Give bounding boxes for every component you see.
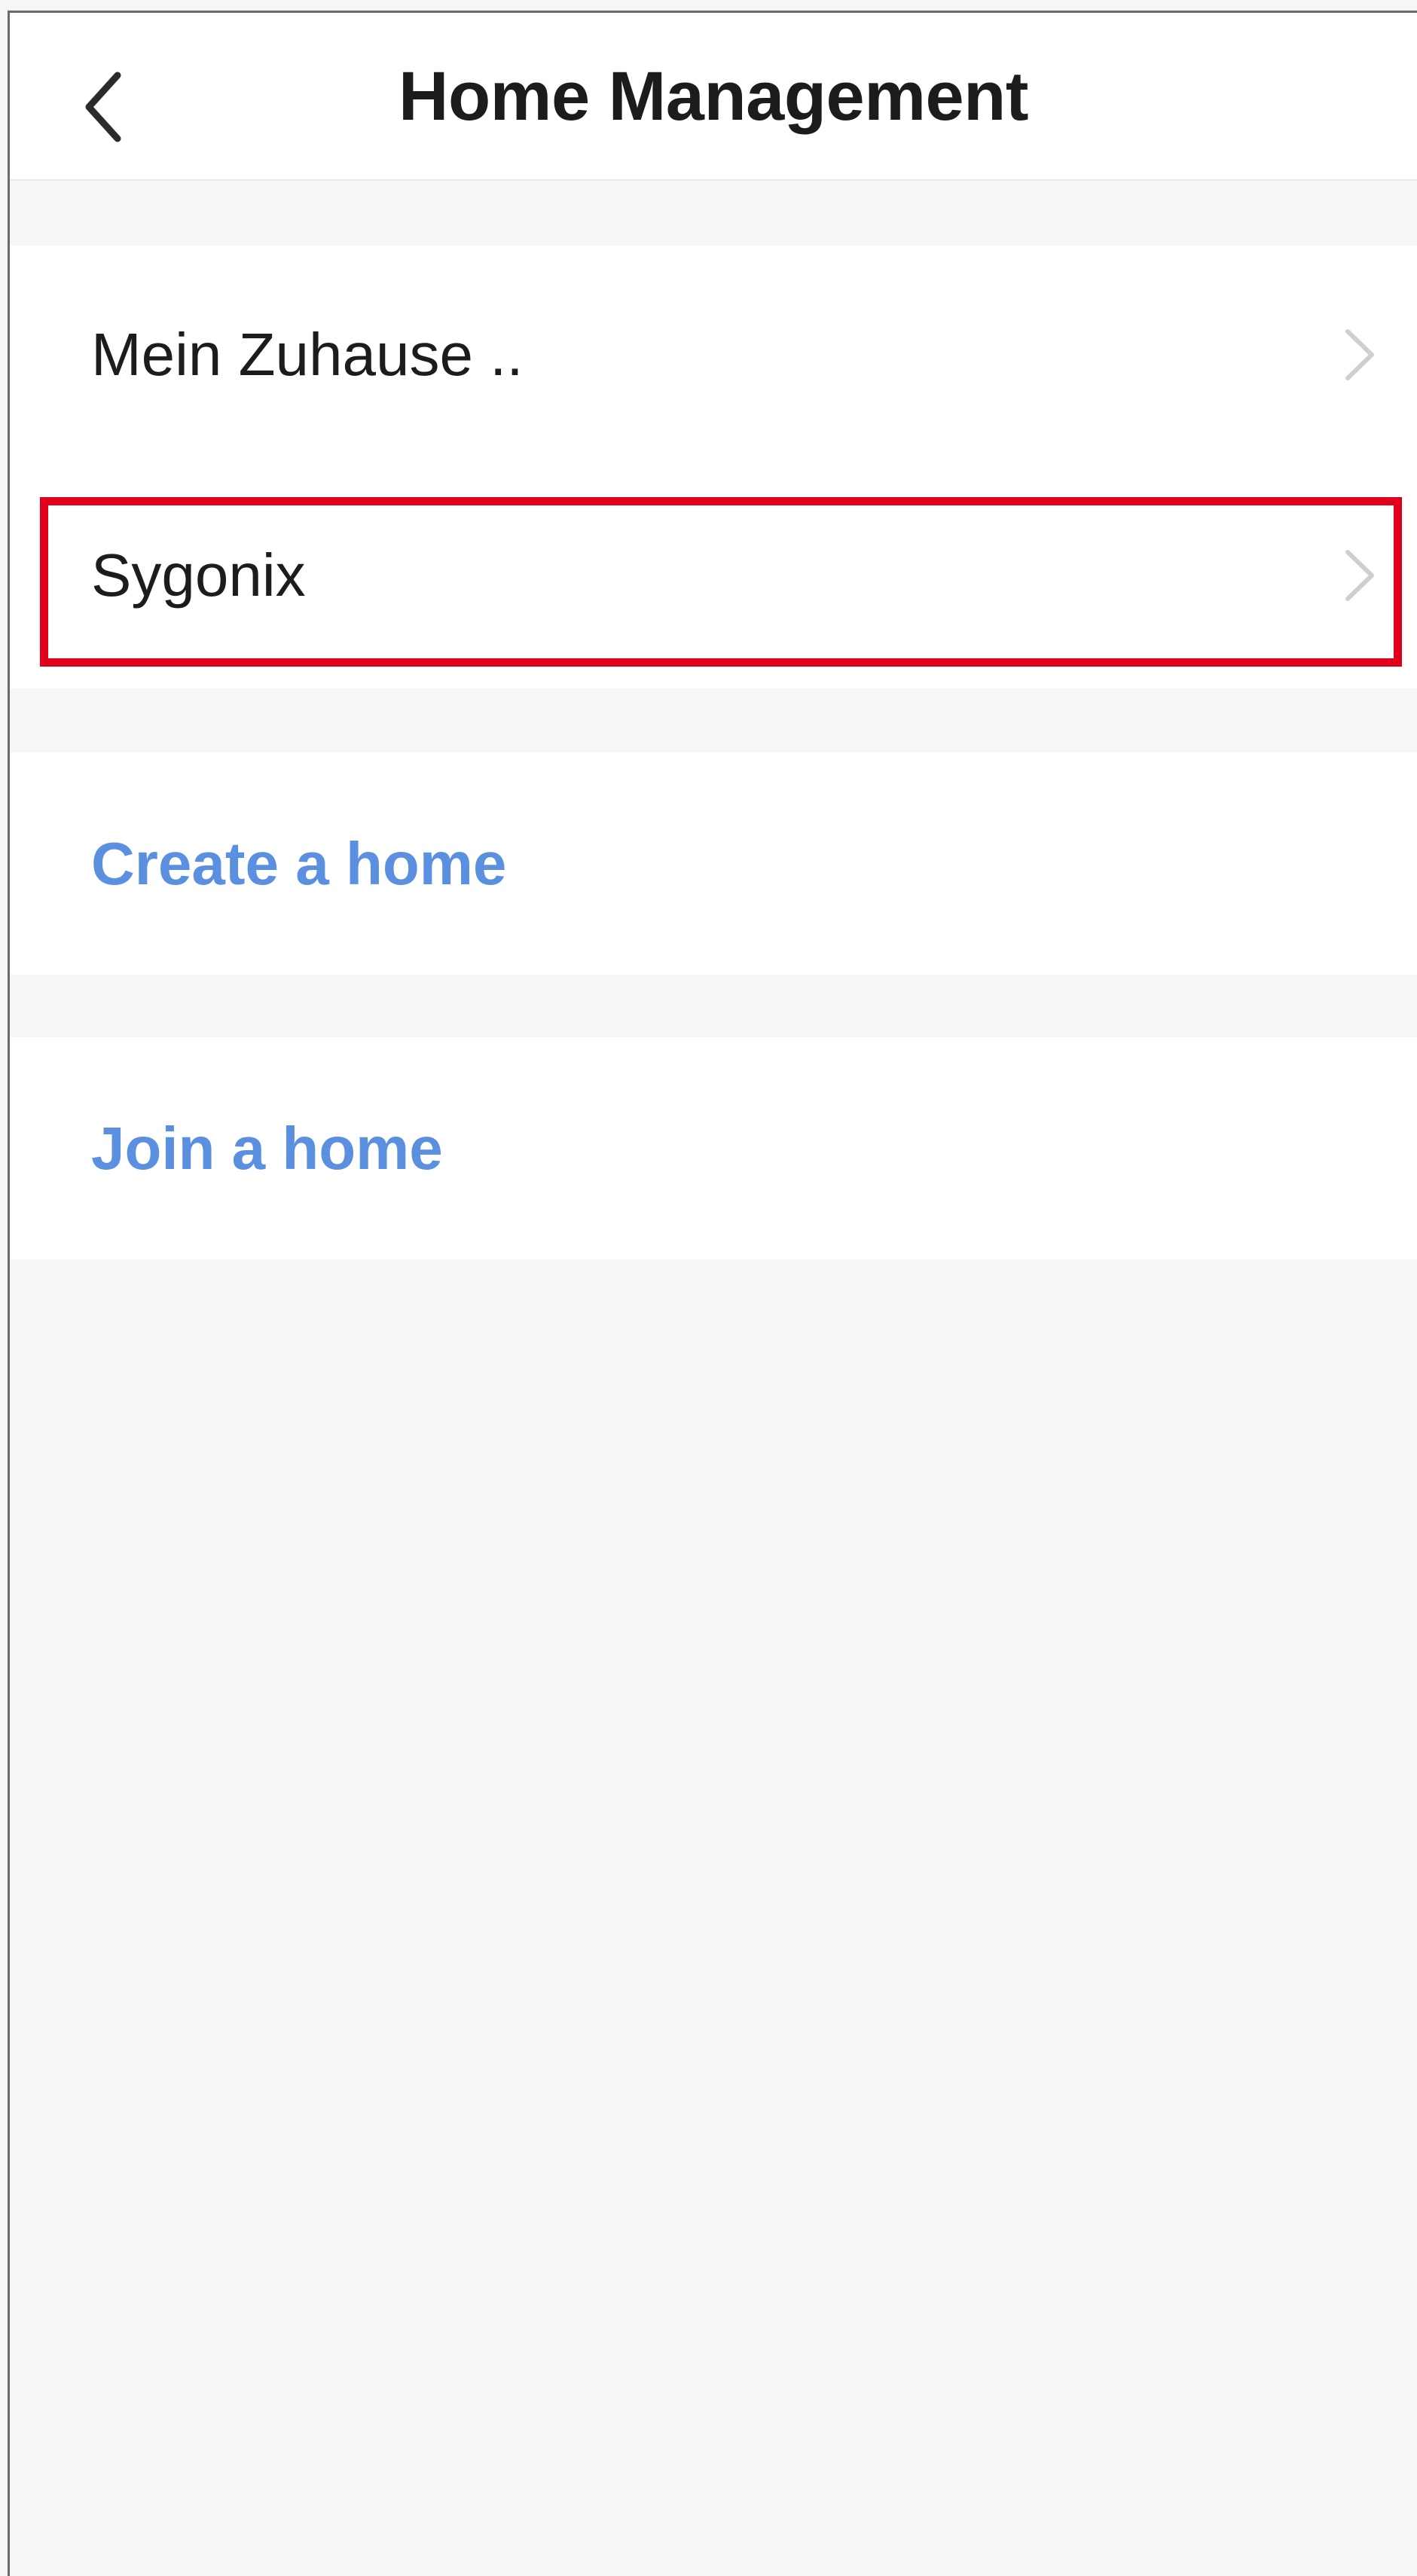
- home-item-label: Sygonix: [91, 542, 306, 609]
- home-management-screen: Home Management Mein Zuhause .. Sygonix …: [0, 0, 1417, 2576]
- nav-header: Home Management: [10, 13, 1417, 181]
- join-home-button[interactable]: Join a home: [91, 1037, 443, 1259]
- home-item-sygonix[interactable]: Sygonix: [10, 466, 1417, 685]
- create-home-section: Create a home: [10, 752, 1417, 975]
- chevron-right-icon: [1337, 246, 1382, 464]
- join-home-section: Join a home: [10, 1037, 1417, 1259]
- home-item-mein-zuhause[interactable]: Mein Zuhause ..: [10, 246, 1417, 464]
- page-title: Home Management: [399, 58, 1029, 135]
- chevron-right-icon: [1337, 466, 1382, 685]
- home-item-label: Mein Zuhause ..: [91, 321, 524, 388]
- homes-list: Mein Zuhause .. Sygonix: [10, 246, 1417, 688]
- create-home-button[interactable]: Create a home: [91, 752, 506, 975]
